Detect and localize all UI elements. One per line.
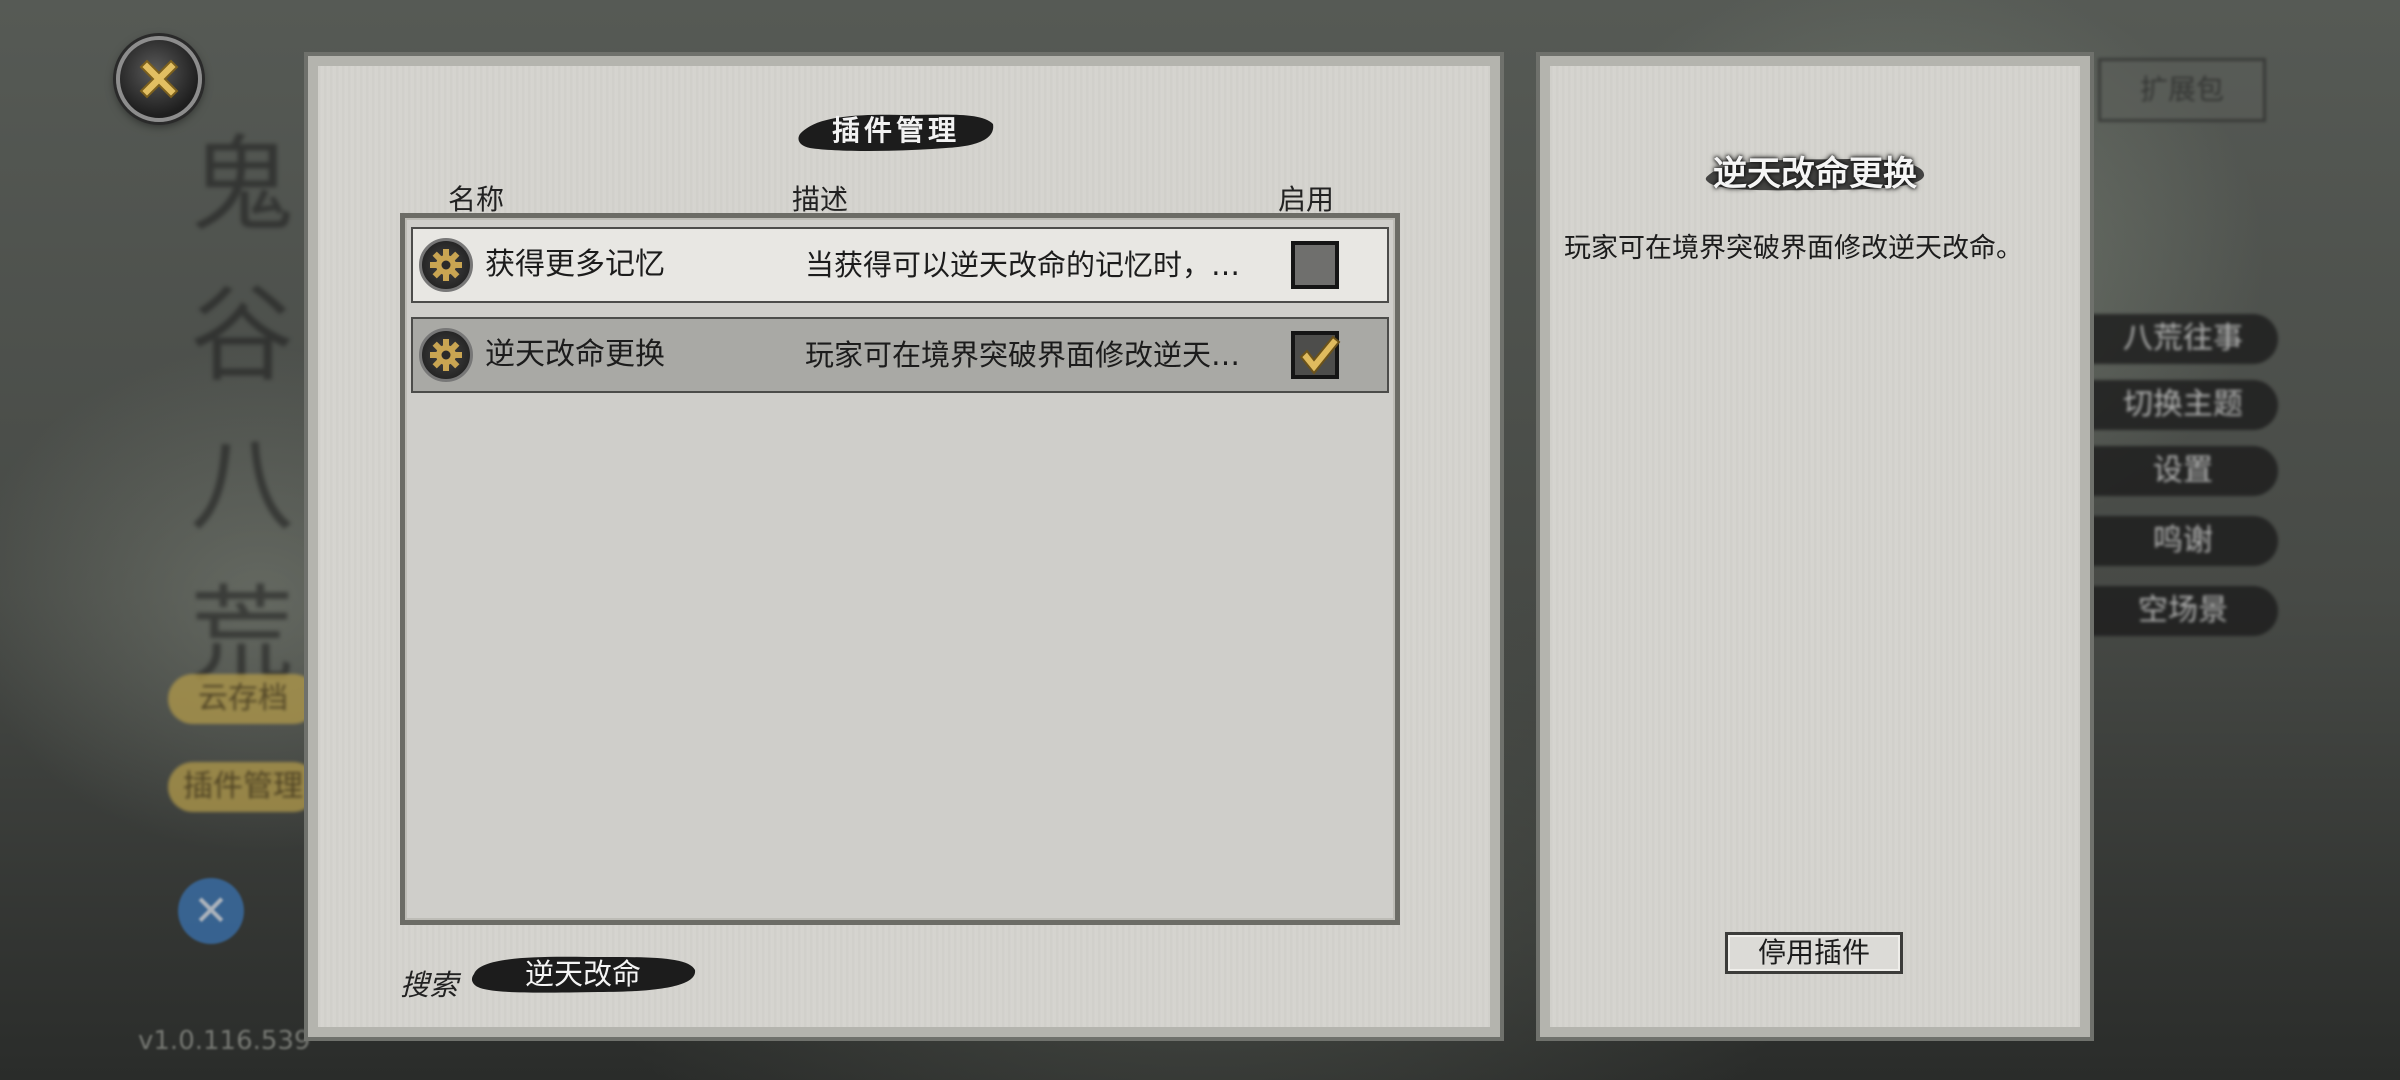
plugin-row[interactable]: 获得更多记忆 当获得可以逆天改命的记忆时，…	[411, 227, 1389, 303]
bg-menu-item: 鸣谢	[2088, 516, 2278, 566]
column-header-enabled: 启用	[1278, 183, 1335, 216]
bg-cloud-save-button: 云存档	[168, 674, 318, 724]
plugin-manager-panel: 插件管理 名称 描述 启用 获得更多记忆 当获得可以逆天改命的记忆时，… 逆天改…	[304, 52, 1504, 1041]
column-header-description: 描述	[792, 183, 849, 216]
plugin-name: 获得更多记忆	[485, 247, 665, 282]
enable-checkbox[interactable]	[1291, 331, 1341, 379]
gear-icon	[419, 238, 473, 292]
search-value: 逆天改命	[524, 957, 641, 991]
search-input[interactable]: 逆天改命	[468, 950, 698, 998]
game-title-calligraphy: 鬼谷八荒	[190, 124, 295, 696]
plugin-detail-panel: 逆天改命更换 玩家可在境界突破界面修改逆天改命。 停用插件	[1536, 52, 2094, 1041]
wrench-icon: ✕	[178, 878, 244, 944]
detail-description: 玩家可在境界突破界面修改逆天改命。	[1564, 233, 2023, 264]
detail-title-text: 逆天改命更换	[1713, 154, 1917, 194]
bg-menu-item: 切换主题	[2088, 380, 2278, 430]
checkmark-icon	[1299, 335, 1341, 375]
bg-menu-item: 设置	[2088, 446, 2278, 496]
column-header-name: 名称	[448, 183, 505, 216]
panel-title: 插件管理	[796, 106, 996, 156]
bg-menu-item: 八荒往事	[2088, 314, 2278, 364]
gear-icon	[419, 328, 473, 382]
plugin-description: 当获得可以逆天改命的记忆时，…	[805, 248, 1241, 282]
enable-checkbox[interactable]	[1291, 241, 1339, 289]
disable-plugin-button[interactable]: 停用插件	[1725, 932, 1903, 974]
close-button[interactable]	[116, 36, 202, 122]
bg-menu-item: 空场景	[2088, 586, 2278, 636]
version-label: v1.0.116.539	[138, 1026, 311, 1056]
detail-title: 逆天改命更换	[1550, 144, 2080, 204]
plugin-list: 获得更多记忆 当获得可以逆天改命的记忆时，… 逆天改命更换 玩家可在境界突破界面…	[400, 213, 1400, 925]
panel-title-text: 插件管理	[831, 114, 960, 147]
bg-plugin-manager-button: 插件管理	[168, 762, 318, 812]
bg-expansion-button: 扩展包	[2098, 58, 2266, 122]
search-label: 搜索	[400, 968, 459, 1002]
plugin-name: 逆天改命更换	[485, 337, 665, 372]
plugin-row[interactable]: 逆天改命更换 玩家可在境界突破界面修改逆天…	[411, 317, 1389, 393]
plugin-description: 玩家可在境界突破界面修改逆天…	[805, 338, 1241, 372]
close-x-icon	[139, 59, 179, 99]
